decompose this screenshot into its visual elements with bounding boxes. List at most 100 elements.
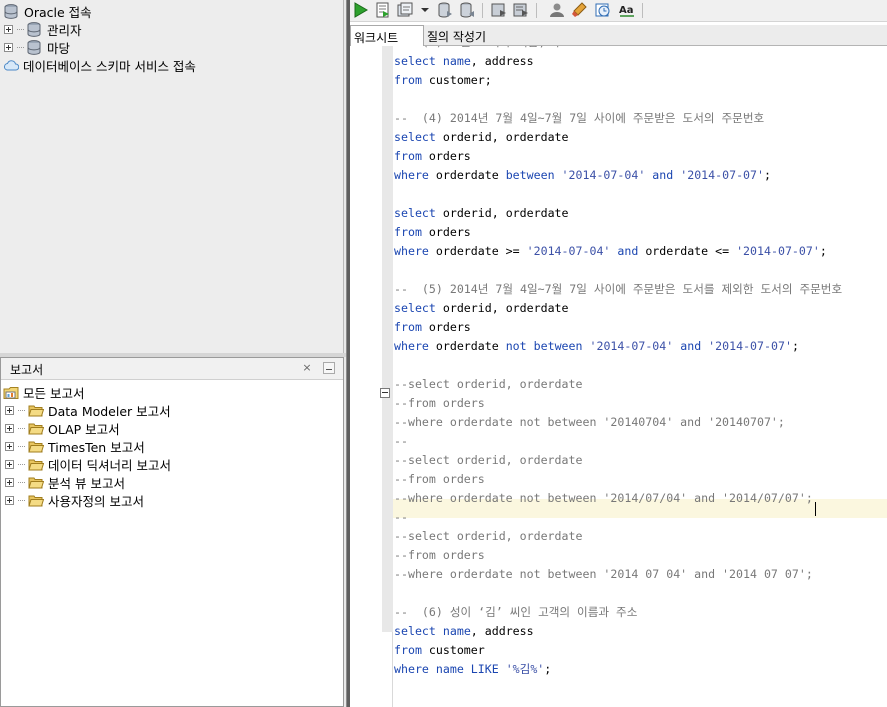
format-case-icon[interactable]: Aa — [618, 1, 636, 19]
reports-panel: 보고서 × 모든 보고서 Data Modeler 보고서 OLAP 보고서 T… — [0, 357, 344, 707]
worksheet-tab-bar: 워크시트 질의 작성기 — [350, 25, 887, 46]
folder-icon — [28, 495, 44, 506]
tree-label: Oracle 접속 — [24, 4, 92, 20]
sql-editor[interactable]: -- (3) 모든 고객의 이름, 주소select name, address… — [350, 46, 887, 707]
tree-node-report[interactable]: OLAP 보고서 — [5, 419, 120, 437]
worksheet-toolbar: Aa — [350, 0, 887, 22]
commit-icon[interactable] — [436, 1, 454, 19]
explain-plan-icon[interactable] — [512, 1, 530, 19]
tree-label: OLAP 보고서 — [48, 421, 120, 437]
dropdown-icon[interactable] — [420, 1, 430, 19]
sql-keyword: from — [394, 73, 422, 87]
svg-text:Aa: Aa — [619, 5, 634, 16]
folder-icon — [28, 441, 44, 452]
expand-icon[interactable] — [4, 24, 13, 34]
sql-comment: --select orderid, orderdate — [394, 529, 583, 543]
expand-icon[interactable] — [5, 441, 14, 451]
sql-keyword: between — [505, 168, 555, 182]
tree-node-report[interactable]: 분석 뷰 보고서 — [5, 473, 125, 491]
code-line: --where orderdate not between '2014/07/0… — [394, 489, 842, 508]
expand-icon[interactable] — [5, 477, 14, 487]
tree-label: 사용자정의 보고서 — [48, 493, 144, 509]
sql-string: '2014-07-04' — [526, 244, 611, 258]
tree-node-madang[interactable]: 마당 — [4, 38, 70, 56]
database-icon — [27, 21, 41, 37]
worksheet-pane: Aa 워크시트 질의 작성기 -- (3) 모든 고객의 이름, 주소 selec… — [350, 0, 887, 707]
sql-comment: --select orderid, orderdate — [394, 377, 583, 391]
folder-icon — [28, 459, 44, 470]
folder-icon — [28, 477, 44, 488]
sql-comment: --select orderid, orderdate — [394, 453, 583, 467]
cloud-icon — [3, 59, 19, 70]
fold-collapse-icon[interactable] — [380, 388, 390, 398]
sql-text: ; — [544, 662, 552, 676]
autotrace-icon[interactable] — [396, 1, 414, 19]
sql-comment: -- — [394, 434, 408, 448]
expand-icon[interactable] — [5, 423, 14, 433]
sql-text: customer; — [421, 73, 492, 87]
close-icon[interactable]: × — [302, 361, 312, 374]
sql-keyword: from — [394, 320, 422, 334]
tab-query-builder[interactable]: 질의 작성기 — [427, 28, 486, 45]
sql-text: orderid, orderdate — [435, 206, 569, 220]
sql-keyword: select — [394, 206, 436, 220]
code-line: from orders — [394, 318, 842, 337]
code-lines: -- (3) 모든 고객의 이름, 주소select name, address… — [394, 46, 842, 679]
code-line: -- — [394, 432, 842, 451]
unshared-sql-icon[interactable] — [490, 1, 508, 19]
tab-worksheet[interactable]: 워크시트 — [350, 25, 424, 46]
expand-icon[interactable] — [5, 405, 14, 415]
database-icon — [27, 39, 41, 55]
expand-icon[interactable] — [5, 459, 14, 469]
reports-panel-header: 보고서 × — [1, 358, 343, 380]
sql-text: orderid, orderdate — [435, 301, 569, 315]
tree-node-report[interactable]: 사용자정의 보고서 — [5, 491, 144, 509]
code-line: --from orders — [394, 470, 842, 489]
reports-panel-title: 보고서 — [10, 363, 44, 377]
code-line: --from orders — [394, 394, 842, 413]
tree-node-report[interactable]: 데이터 딕셔너리 보고서 — [5, 455, 171, 473]
tree-node-schema-service[interactable]: 데이터베이스 스키마 서비스 접속 — [3, 56, 196, 74]
sql-text: orderid, orderdate — [435, 130, 569, 144]
sql-keyword: and — [680, 339, 702, 353]
code-line: --from orders — [394, 546, 842, 565]
run-script-icon[interactable] — [374, 1, 392, 19]
tree-node-admin[interactable]: 관리자 — [4, 20, 82, 38]
code-line: --where orderdate not between '20140704'… — [394, 413, 842, 432]
code-line: select orderid, orderdate — [394, 299, 842, 318]
text-caret — [815, 502, 816, 516]
minimize-icon[interactable] — [323, 362, 335, 374]
tree-node-all-reports[interactable]: 모든 보고서 — [3, 383, 84, 401]
user-icon[interactable] — [548, 1, 566, 19]
code-line: where orderdate between '2014-07-04' and… — [394, 166, 842, 185]
tree-label: TimesTen 보고서 — [48, 439, 145, 455]
tree-node-report[interactable]: TimesTen 보고서 — [5, 437, 145, 455]
sql-keyword: between — [533, 339, 583, 353]
expand-icon[interactable] — [5, 495, 14, 505]
sql-string: '2014-07-04' — [589, 339, 674, 353]
tree-node-report[interactable]: Data Modeler 보고서 — [5, 401, 171, 419]
run-statement-icon[interactable] — [352, 1, 370, 19]
history-icon[interactable] — [594, 1, 612, 19]
tree-label: Data Modeler 보고서 — [48, 403, 171, 419]
sql-keyword: select — [394, 54, 436, 68]
tree-node-oracle-connections[interactable]: Oracle 접속 — [4, 2, 92, 20]
tree-label: 모든 보고서 — [23, 385, 85, 401]
code-line: where name LIKE '%김%'; — [394, 660, 842, 679]
expand-icon[interactable] — [4, 42, 13, 52]
rollback-icon[interactable] — [458, 1, 476, 19]
clear-icon[interactable] — [570, 1, 588, 19]
code-line: --where orderdate not between '2014 07 0… — [394, 565, 842, 584]
sql-text: orderdate — [428, 339, 506, 353]
sql-text: orderdate <= — [638, 244, 737, 258]
code-line: from orders — [394, 223, 842, 242]
code-line: --select orderid, orderdate — [394, 375, 842, 394]
sql-comment: --where orderdate not between '2014/07/0… — [394, 491, 813, 505]
sql-keyword: name — [442, 54, 471, 68]
